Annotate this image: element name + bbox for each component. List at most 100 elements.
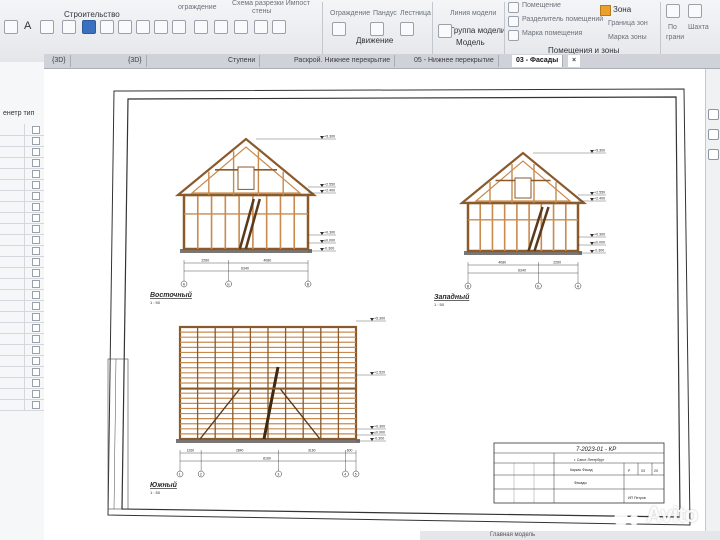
opening-by-face-icon[interactable] <box>666 4 680 18</box>
railing-icon[interactable] <box>332 22 346 36</box>
tb-sheets: 20 <box>654 469 658 473</box>
component-icon[interactable] <box>136 20 150 34</box>
ribbon-pomeschenie[interactable]: Помещение <box>522 2 561 9</box>
ribbon-shakhta[interactable]: Шахта <box>688 24 709 31</box>
ribbon-po[interactable]: По <box>668 24 677 31</box>
pan-icon[interactable] <box>708 129 719 140</box>
tab-raskroy[interactable]: Раскрой. Нижнее перекрытие <box>290 55 396 67</box>
level-label: -0.300 <box>324 247 334 251</box>
active-tool-icon[interactable] <box>82 20 96 34</box>
ribbon-steny[interactable]: стены <box>252 8 271 15</box>
door-icon[interactable] <box>100 20 114 34</box>
gable-window <box>237 166 255 190</box>
close-tab-icon[interactable]: × <box>568 55 581 67</box>
property-checkbox[interactable] <box>32 313 40 321</box>
floor-icon[interactable] <box>214 20 228 34</box>
grid-icon[interactable] <box>272 20 286 34</box>
property-checkbox[interactable] <box>32 390 40 398</box>
room-tag-icon[interactable] <box>508 30 519 41</box>
property-checkbox[interactable] <box>32 401 40 409</box>
drawing-canvas[interactable]: +5.300 +2.550 +2.400 +0.300 ±0.000 -0.300 2260… <box>44 69 720 540</box>
property-checkbox[interactable] <box>32 159 40 167</box>
title-block: 7-2023-01 - КР г. Санкт-Петербург Каркас… <box>493 442 665 504</box>
tab-fasady[interactable]: 03 - Фасады <box>512 55 564 67</box>
text-tool-icon[interactable]: A <box>24 20 31 32</box>
steering-wheel-icon[interactable] <box>708 149 719 160</box>
dimension-label: 2260 <box>201 259 209 263</box>
ramp-icon[interactable] <box>370 22 384 36</box>
ribbon-lestnitsa[interactable]: Лестница <box>400 10 431 17</box>
column-icon[interactable] <box>154 20 168 34</box>
property-checkbox[interactable] <box>32 335 40 343</box>
room-separator-icon[interactable] <box>508 16 519 27</box>
ribbon-zona[interactable]: Зона <box>613 5 631 14</box>
ribbon-marka-pomescheniya[interactable]: Марка помещения <box>522 30 582 37</box>
zoom-icon[interactable] <box>708 109 719 120</box>
property-checkbox[interactable] <box>32 368 40 376</box>
shaft-icon[interactable] <box>688 4 702 18</box>
stair-icon[interactable] <box>400 22 414 36</box>
mullion-icon[interactable] <box>254 20 268 34</box>
room-icon[interactable] <box>508 2 519 13</box>
ribbon-marka-zony[interactable]: Марка зоны <box>608 34 647 41</box>
ribbon-gruppa-modeli[interactable]: Группа модели <box>450 26 505 35</box>
property-checkbox[interactable] <box>32 247 40 255</box>
tab-nizhnee-perekrytie[interactable]: 05 - Нижнее перекрытие <box>410 55 499 67</box>
select-icon[interactable] <box>4 20 18 34</box>
property-checkbox[interactable] <box>32 137 40 145</box>
ribbon-tab-construction[interactable]: Строительство <box>64 10 120 19</box>
property-checkbox[interactable] <box>32 203 40 211</box>
property-checkbox[interactable] <box>32 126 40 134</box>
view-title: Восточный <box>150 291 193 299</box>
property-checkbox[interactable] <box>32 170 40 178</box>
ribbon-ograzhdenie[interactable]: ограждение <box>178 4 217 11</box>
ceiling-icon[interactable] <box>194 20 208 34</box>
property-checkbox[interactable] <box>32 346 40 354</box>
level-label: +5.300 <box>324 135 335 139</box>
axis-label: 4 <box>344 472 346 476</box>
ribbon-ograzhdenie2[interactable]: Ограждение <box>330 10 370 17</box>
measure-icon[interactable] <box>40 20 54 34</box>
ribbon-shema[interactable]: Схема разрезки Импост <box>232 0 310 7</box>
ribbon-pandus[interactable]: Пандус <box>373 10 397 17</box>
property-checkbox[interactable] <box>32 258 40 266</box>
property-checkbox[interactable] <box>32 269 40 277</box>
level-label: -0.300 <box>594 249 604 253</box>
tab-3d-2[interactable]: {3D} <box>124 55 147 67</box>
model-group-icon[interactable] <box>438 24 452 38</box>
axis-label: 1 <box>179 472 181 476</box>
ribbon-granitsa-zon[interactable]: Граница зон <box>608 20 648 27</box>
property-checkbox[interactable] <box>32 302 40 310</box>
property-checkbox[interactable] <box>32 214 40 222</box>
property-checkbox[interactable] <box>32 379 40 387</box>
tab-3d-1[interactable]: {3D} <box>48 55 71 67</box>
property-checkbox[interactable] <box>32 192 40 200</box>
roof-icon[interactable] <box>172 20 186 34</box>
property-row[interactable] <box>0 399 44 411</box>
axis-label: 5 <box>355 472 357 476</box>
dimension-label: 2260 <box>553 261 561 265</box>
zone-icon[interactable] <box>600 5 611 16</box>
group-model: Модель <box>456 38 485 47</box>
level-label: +2.550 <box>594 191 605 195</box>
tab-stupeni[interactable]: Ступени <box>224 55 261 67</box>
property-checkbox[interactable] <box>32 225 40 233</box>
ribbon-razdelitel[interactable]: Разделитель помещений <box>522 16 603 23</box>
avito-logo-icon <box>614 504 644 526</box>
ribbon-grani[interactable]: грани <box>666 34 684 41</box>
navigation-bar <box>705 69 720 540</box>
property-checkbox[interactable] <box>32 324 40 332</box>
curtain-icon[interactable] <box>234 20 248 34</box>
dimension-label: 6340 <box>518 269 526 273</box>
level-label: +0.300 <box>324 231 335 235</box>
property-checkbox[interactable] <box>32 291 40 299</box>
property-checkbox[interactable] <box>32 236 40 244</box>
wall-icon[interactable] <box>62 20 76 34</box>
dimension-label: 6340 <box>241 267 249 271</box>
window-icon[interactable] <box>118 20 132 34</box>
property-checkbox[interactable] <box>32 357 40 365</box>
property-checkbox[interactable] <box>32 148 40 156</box>
property-checkbox[interactable] <box>32 280 40 288</box>
ribbon-liniya-modeli[interactable]: Линия модели <box>450 10 496 17</box>
property-checkbox[interactable] <box>32 181 40 189</box>
